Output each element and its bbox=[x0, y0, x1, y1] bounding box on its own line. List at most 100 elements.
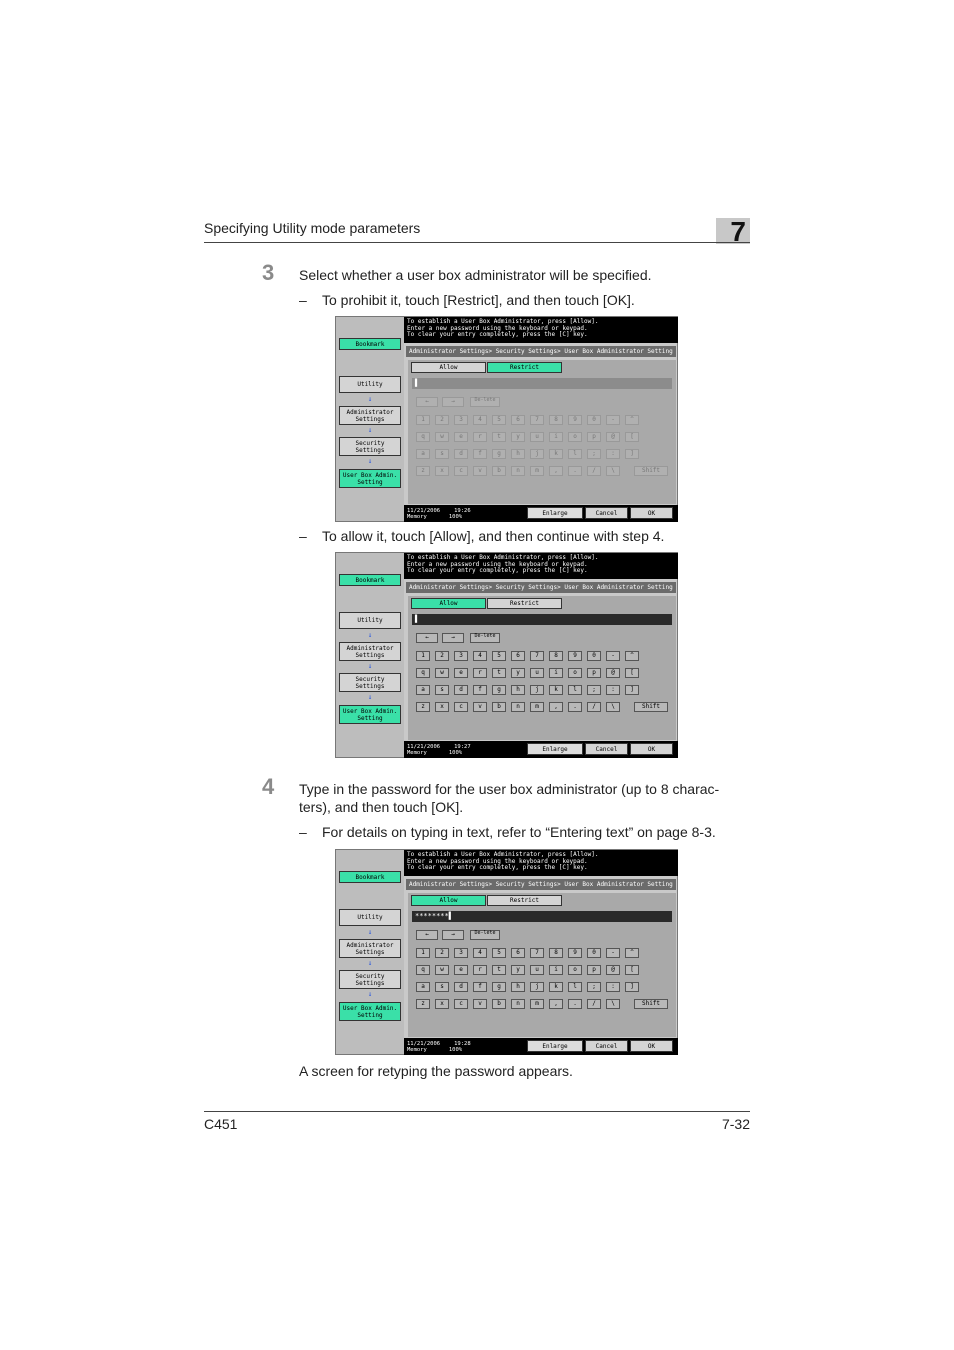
restrict-button[interactable]: Restrict bbox=[487, 895, 562, 906]
key[interactable]: 4 bbox=[473, 651, 487, 661]
key[interactable]: 1 bbox=[416, 415, 430, 425]
delete-key[interactable]: De-lete bbox=[470, 633, 500, 643]
key[interactable]: 6 bbox=[511, 948, 525, 958]
key[interactable]: 0 bbox=[587, 415, 601, 425]
key[interactable]: ^ bbox=[625, 651, 639, 661]
cursor-right-key[interactable]: → bbox=[442, 633, 464, 643]
key[interactable]: e bbox=[454, 668, 468, 678]
user-box-admin-button[interactable]: User Box Admin. Setting bbox=[339, 705, 401, 724]
key[interactable]: . bbox=[568, 702, 582, 712]
cancel-button[interactable]: Cancel bbox=[585, 743, 628, 755]
key[interactable]: : bbox=[606, 685, 620, 695]
key[interactable]: 8 bbox=[549, 948, 563, 958]
key[interactable]: 0 bbox=[587, 651, 601, 661]
key[interactable]: a bbox=[416, 982, 430, 992]
user-box-admin-button[interactable]: User Box Admin. Setting bbox=[339, 469, 401, 488]
key[interactable]: 7 bbox=[530, 651, 544, 661]
delete-key[interactable]: De-lete bbox=[470, 397, 500, 407]
key[interactable]: k bbox=[549, 449, 563, 459]
key[interactable]: ] bbox=[625, 982, 639, 992]
key[interactable]: t bbox=[492, 432, 506, 442]
key[interactable]: w bbox=[435, 668, 449, 678]
key[interactable]: l bbox=[568, 685, 582, 695]
key[interactable]: , bbox=[549, 999, 563, 1009]
key[interactable]: p bbox=[587, 668, 601, 678]
key[interactable]: r bbox=[473, 432, 487, 442]
key[interactable]: 5 bbox=[492, 948, 506, 958]
restrict-button[interactable]: Restrict bbox=[487, 362, 562, 373]
key[interactable]: ^ bbox=[625, 415, 639, 425]
security-settings-button[interactable]: Security Settings bbox=[339, 673, 401, 692]
key[interactable]: @ bbox=[606, 668, 620, 678]
key[interactable]: z bbox=[416, 999, 430, 1009]
key[interactable]: x bbox=[435, 702, 449, 712]
key[interactable]: [ bbox=[625, 965, 639, 975]
key[interactable]: ; bbox=[587, 982, 601, 992]
shift-key[interactable]: Shift bbox=[634, 999, 668, 1009]
key[interactable]: \ bbox=[606, 702, 620, 712]
key[interactable]: 7 bbox=[530, 415, 544, 425]
cursor-left-key[interactable]: ← bbox=[416, 930, 438, 940]
key[interactable]: / bbox=[587, 702, 601, 712]
cursor-right-key[interactable]: → bbox=[442, 930, 464, 940]
key[interactable]: g bbox=[492, 982, 506, 992]
key[interactable]: - bbox=[606, 651, 620, 661]
key[interactable]: h bbox=[511, 685, 525, 695]
key[interactable]: . bbox=[568, 466, 582, 476]
admin-settings-button[interactable]: Administrator Settings bbox=[339, 406, 401, 425]
key[interactable]: t bbox=[492, 668, 506, 678]
key[interactable]: c bbox=[454, 999, 468, 1009]
key[interactable]: 4 bbox=[473, 948, 487, 958]
cursor-left-key[interactable]: ← bbox=[416, 633, 438, 643]
key[interactable]: o bbox=[568, 668, 582, 678]
key[interactable]: f bbox=[473, 449, 487, 459]
key[interactable]: q bbox=[416, 668, 430, 678]
delete-key[interactable]: De-lete bbox=[470, 930, 500, 940]
key[interactable]: g bbox=[492, 685, 506, 695]
key[interactable]: q bbox=[416, 432, 430, 442]
key[interactable]: 3 bbox=[454, 415, 468, 425]
key[interactable]: l bbox=[568, 982, 582, 992]
cursor-right-key[interactable]: → bbox=[442, 397, 464, 407]
key[interactable]: w bbox=[435, 432, 449, 442]
key[interactable]: - bbox=[606, 415, 620, 425]
bookmark-button[interactable]: Bookmark bbox=[339, 338, 401, 350]
key[interactable]: n bbox=[511, 702, 525, 712]
key[interactable]: z bbox=[416, 466, 430, 476]
key[interactable]: d bbox=[454, 982, 468, 992]
key[interactable]: : bbox=[606, 982, 620, 992]
key[interactable]: 1 bbox=[416, 948, 430, 958]
key[interactable]: j bbox=[530, 449, 544, 459]
key[interactable]: , bbox=[549, 466, 563, 476]
key[interactable]: @ bbox=[606, 432, 620, 442]
security-settings-button[interactable]: Security Settings bbox=[339, 970, 401, 989]
allow-button[interactable]: Allow bbox=[411, 362, 486, 373]
key[interactable]: 3 bbox=[454, 651, 468, 661]
key[interactable]: m bbox=[530, 466, 544, 476]
cursor-left-key[interactable]: ← bbox=[416, 397, 438, 407]
key[interactable]: 2 bbox=[435, 651, 449, 661]
admin-settings-button[interactable]: Administrator Settings bbox=[339, 939, 401, 958]
key[interactable]: h bbox=[511, 982, 525, 992]
key[interactable]: x bbox=[435, 466, 449, 476]
key[interactable]: p bbox=[587, 965, 601, 975]
key[interactable]: 4 bbox=[473, 415, 487, 425]
key[interactable]: 6 bbox=[511, 415, 525, 425]
key[interactable]: d bbox=[454, 685, 468, 695]
key[interactable]: h bbox=[511, 449, 525, 459]
key[interactable]: 9 bbox=[568, 651, 582, 661]
allow-button[interactable]: Allow bbox=[411, 895, 486, 906]
key[interactable]: i bbox=[549, 432, 563, 442]
key[interactable]: y bbox=[511, 668, 525, 678]
bookmark-button[interactable]: Bookmark bbox=[339, 574, 401, 586]
key[interactable]: [ bbox=[625, 432, 639, 442]
key[interactable]: v bbox=[473, 466, 487, 476]
enlarge-button[interactable]: Enlarge bbox=[527, 507, 583, 519]
key[interactable]: ] bbox=[625, 685, 639, 695]
key[interactable]: 2 bbox=[435, 415, 449, 425]
key[interactable]: u bbox=[530, 668, 544, 678]
key[interactable]: i bbox=[549, 965, 563, 975]
key[interactable]: \ bbox=[606, 466, 620, 476]
password-input[interactable]: ▌ bbox=[412, 614, 672, 625]
key[interactable]: 9 bbox=[568, 948, 582, 958]
